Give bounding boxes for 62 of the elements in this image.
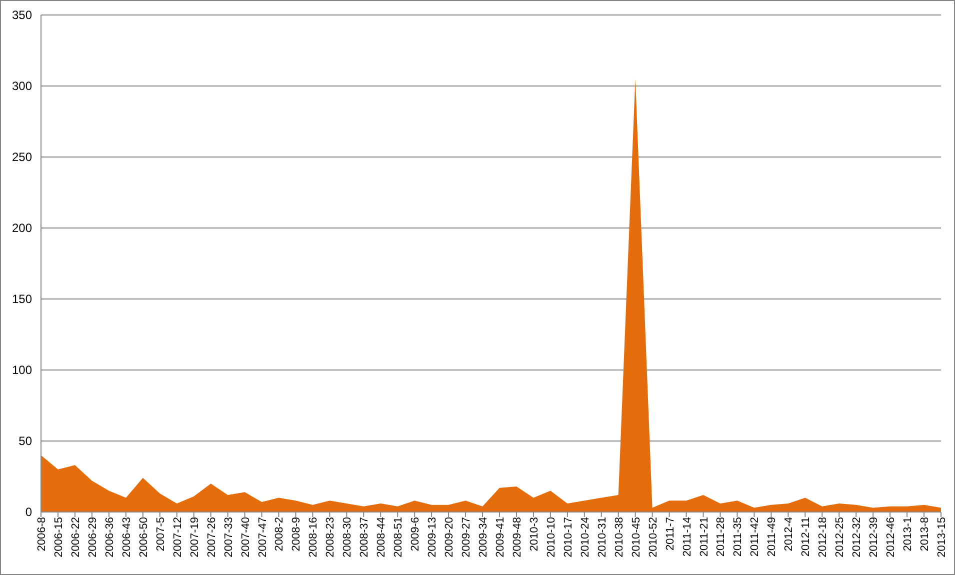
x-tick-label: 2010-38 [613,517,626,558]
x-tick-label: 2006-29 [86,517,99,558]
x-tick-label: 2006-8 [36,517,48,552]
y-tick-label: 350 [12,8,32,22]
x-tick-label: 2009-34 [478,517,490,558]
y-tick-label: 150 [12,292,32,306]
x-tick-label: 2013-15 [936,517,948,558]
x-tick-label: 2007-33 [222,517,235,558]
x-tick-label: 2009-48 [511,517,524,558]
x-tick-label: 2012-11 [800,517,812,557]
x-tick-label: 2010-10 [545,517,558,558]
x-tick-label: 2010-24 [579,517,592,558]
x-tick-label: 2009-27 [460,517,473,558]
x-tick-label: 2011-35 [732,517,744,557]
x-tick-label: 2006-50 [138,517,150,558]
x-tick-label: 2008-44 [376,517,388,558]
x-tick-label: 2011-7 [664,517,676,550]
x-tick-label: 2012-32 [851,517,864,558]
y-tick-label: 300 [12,79,32,93]
x-tick-label: 2007-12 [172,517,184,558]
x-tick-label: 2011-42 [749,517,762,557]
x-tick-label: 2007-19 [188,517,201,558]
x-tick-label: 2009-20 [444,517,456,558]
x-tick-label: 2012-25 [834,517,846,558]
x-tick-label: 2009-41 [494,517,506,558]
x-tick-label: 2010-17 [562,517,574,558]
x-tick-label: 2006-43 [120,517,133,558]
x-tick-label: 2006-36 [104,517,116,558]
x-tick-label: 2010-31 [596,517,608,558]
x-tick-label: 2008-23 [324,517,337,558]
x-tick-label: 2007-47 [256,517,269,558]
x-tick-label: 2008-30 [342,517,354,558]
x-tick-label: 2010-45 [630,517,642,558]
x-tick-label: 2012-4 [783,517,796,552]
y-tick-label: 0 [25,505,32,519]
y-tick-label: 50 [18,434,32,448]
x-tick-label: 2007-5 [154,517,167,552]
x-tick-label: 2009-13 [426,517,439,558]
x-tick-label: 2012-46 [885,517,898,558]
x-tick-label: 2010-3 [528,517,540,552]
x-tick-label: 2010-52 [647,517,660,558]
x-tick-label: 2011-21 [698,517,710,557]
x-tick-label: 2009-6 [410,517,422,552]
x-tick-label: 2008-2 [274,517,286,552]
x-tick-label: 2008-9 [290,517,303,552]
x-tick-label: 2007-26 [206,517,218,558]
x-tick-label: 2011-49 [766,517,778,557]
x-tick-label: 2006-15 [52,517,65,558]
x-tick-label: 2007-40 [240,517,252,558]
x-tick-label: 2011-14 [681,517,694,557]
x-tick-label: 2013-1 [902,517,914,552]
x-tick-label: 2008-37 [358,517,371,558]
x-tick-label: 2006-22 [70,517,82,558]
x-tick-label: 2012-18 [817,517,830,558]
y-tick-label: 250 [12,150,32,164]
x-tick-label: 2008-51 [392,517,405,558]
y-tick-label: 100 [12,363,32,377]
x-tick-label: 2013-8 [919,517,932,552]
x-tick-label: 2008-16 [308,517,320,558]
y-tick-label: 200 [12,221,32,235]
x-tick-label: 2011-28 [715,517,728,557]
x-tick-label: 2012-39 [868,517,880,558]
